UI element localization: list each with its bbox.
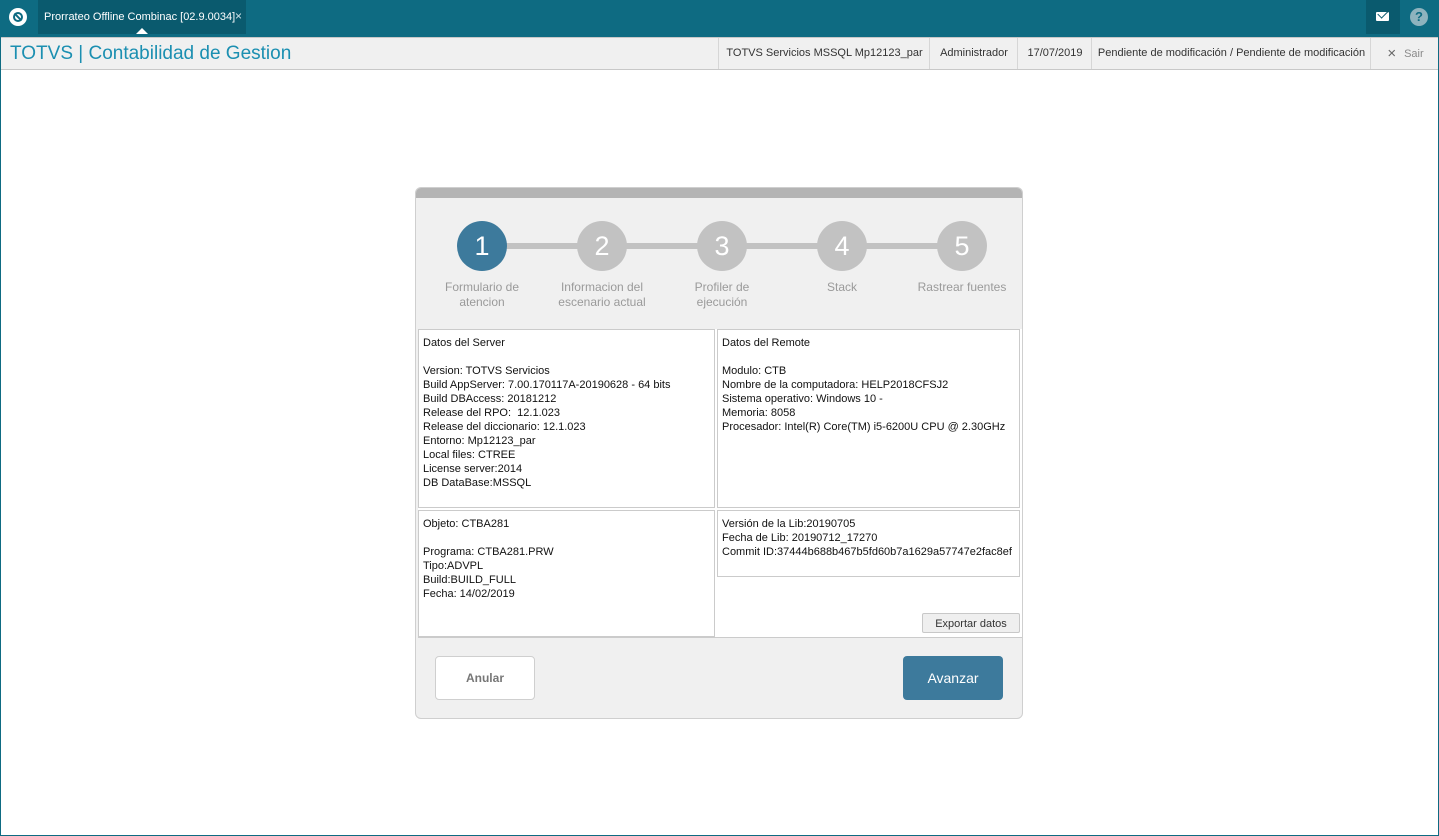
- remote-line: Procesador: Intel(R) Core(TM) i5-6200U C…: [722, 421, 1006, 433]
- object-line: Programa: CTBA281.PRW: [423, 546, 554, 558]
- lib-data-panel: Versión de la Lib:20190705 Fecha de Lib:…: [717, 510, 1020, 577]
- header-bar: TOTVS | Contabilidad de Gestion TOTVS Se…: [0, 37, 1439, 70]
- export-data-button[interactable]: Exportar datos: [922, 613, 1020, 633]
- remote-line: Modulo: CTB: [722, 365, 787, 377]
- step-2-circle: 2: [577, 221, 627, 271]
- date-info: 17/07/2019: [1017, 38, 1092, 69]
- logout-button[interactable]: × Sair: [1370, 38, 1439, 69]
- step-5-label: Rastrear fuentes: [917, 280, 1007, 294]
- object-line: Build:BUILD_FULL: [423, 574, 516, 586]
- server-line: DB DataBase:MSSQL: [423, 477, 532, 489]
- lib-line: Versión de la Lib:20190705: [722, 518, 856, 530]
- object-panel-title: Objeto: CTBA281: [423, 518, 510, 530]
- mail-icon: [1376, 12, 1389, 21]
- server-info: TOTVS Servicios MSSQL Mp12123_par: [718, 38, 930, 69]
- server-line: Local files: CTREE: [423, 449, 516, 461]
- object-line: Fecha: 14/02/2019: [423, 588, 515, 600]
- step-4-label: Stack: [826, 280, 857, 294]
- server-line: License server:2014: [423, 463, 523, 475]
- tab-label: Prorrateo Offline Combinac [02.9.0034]: [44, 11, 236, 23]
- server-line: Build AppServer: 7.00.170117A-20190628 -…: [423, 379, 671, 391]
- lib-line: Commit ID:37444b688b467b5fd60b7a1629a577…: [722, 546, 1012, 558]
- remote-panel-title: Datos del Remote: [722, 337, 811, 349]
- server-line: Release del RPO: 12.1.023: [423, 407, 560, 419]
- wizard-top-border: [416, 188, 1022, 198]
- step-4-circle: 4: [817, 221, 867, 271]
- server-panel-title: Datos del Server: [423, 337, 505, 349]
- step-1-circle: 1: [457, 221, 507, 271]
- server-data-panel: Datos del Server Version: TOTVS Servicio…: [418, 329, 715, 508]
- step-2-label: Informacion del escenario actual: [558, 280, 646, 309]
- totvs-logo-icon[interactable]: [9, 8, 27, 26]
- help-icon[interactable]: ?: [1410, 8, 1428, 26]
- remote-line: Memoria: 8058: [722, 407, 796, 419]
- server-line: Build DBAccess: 20181212: [423, 393, 557, 405]
- cancel-button[interactable]: Anular: [435, 656, 535, 700]
- server-line: Entorno: Mp12123_par: [423, 435, 536, 447]
- step-1-label: Formulario de atencion: [444, 280, 520, 309]
- remote-line: Sistema operativo: Windows 10 -: [722, 393, 883, 405]
- object-data-panel: Objeto: CTBA281 Programa: CTBA281.PRW Ti…: [418, 510, 715, 637]
- remote-line: Nombre de la computadora: HELP2018CFSJ2: [722, 379, 949, 391]
- step-5-circle: 5: [937, 221, 987, 271]
- mail-button[interactable]: [1366, 0, 1400, 34]
- top-bar: Prorrateo Offline Combinac [02.9.0034] ×…: [0, 0, 1439, 37]
- logout-label: Sair: [1404, 48, 1424, 60]
- status-info: Pendiente de modificación / Pendiente de…: [1091, 38, 1371, 69]
- user-info: Administrador: [929, 38, 1018, 69]
- step-3-circle: 3: [697, 221, 747, 271]
- tab-active-indicator: [136, 28, 148, 34]
- server-line: Version: TOTVS Servicios: [423, 365, 550, 377]
- object-line: Tipo:ADVPL: [423, 560, 484, 572]
- next-button[interactable]: Avanzar: [903, 656, 1003, 700]
- tab-prorrateo[interactable]: Prorrateo Offline Combinac [02.9.0034] ×: [38, 0, 246, 34]
- lib-line: Fecha de Lib: 20190712_17270: [722, 532, 878, 544]
- server-line: Release del diccionario: 12.1.023: [423, 421, 586, 433]
- wizard-dialog: 1 2 3 4 5 Formulario de atencion Informa…: [415, 187, 1023, 719]
- content-area: Datos del Server Version: TOTVS Servicio…: [418, 329, 1022, 638]
- close-icon: ×: [1387, 45, 1397, 62]
- page-title: TOTVS | Contabilidad de Gestion: [10, 43, 292, 64]
- step-3-label: Profiler de ejecución: [694, 280, 750, 309]
- remote-data-panel: Datos del Remote Modulo: CTB Nombre de l…: [717, 329, 1020, 508]
- tab-close-icon[interactable]: ×: [235, 9, 242, 23]
